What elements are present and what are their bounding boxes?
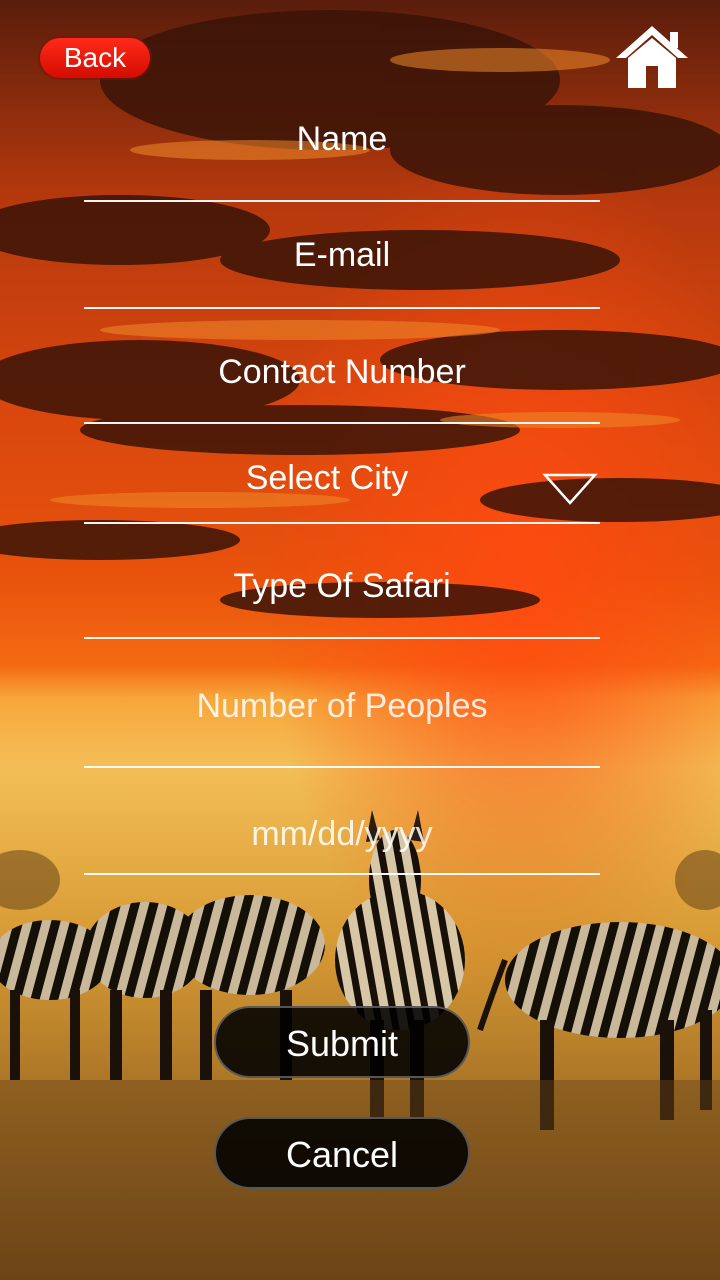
chevron-down-icon[interactable] — [542, 472, 598, 506]
back-button[interactable]: Back — [40, 38, 150, 78]
date-field[interactable]: mm/dd/yyyy — [84, 815, 600, 875]
email-field[interactable]: E-mail — [84, 236, 600, 309]
select-city-dropdown[interactable]: Select City — [84, 459, 600, 524]
type-of-safari-field[interactable]: Type Of Safari — [84, 567, 600, 639]
home-icon[interactable] — [614, 22, 690, 92]
name-field[interactable]: Name — [84, 120, 600, 202]
type-of-safari-placeholder: Type Of Safari — [233, 567, 451, 605]
cancel-button[interactable]: Cancel — [214, 1117, 470, 1189]
contact-number-field[interactable]: Contact Number — [84, 353, 600, 424]
contact-number-placeholder: Contact Number — [218, 353, 466, 391]
number-of-peoples-field[interactable]: Number of Peoples — [84, 687, 600, 768]
booking-screen: Back Name E-mail Contact Number Select C… — [0, 0, 720, 1280]
submit-button[interactable]: Submit — [214, 1006, 470, 1078]
email-placeholder: E-mail — [293, 236, 391, 274]
date-placeholder: mm/dd/yyyy — [251, 815, 433, 853]
select-city-placeholder: Select City — [245, 459, 409, 497]
name-placeholder: Name — [296, 120, 388, 158]
number-of-peoples-placeholder: Number of Peoples — [196, 687, 488, 725]
